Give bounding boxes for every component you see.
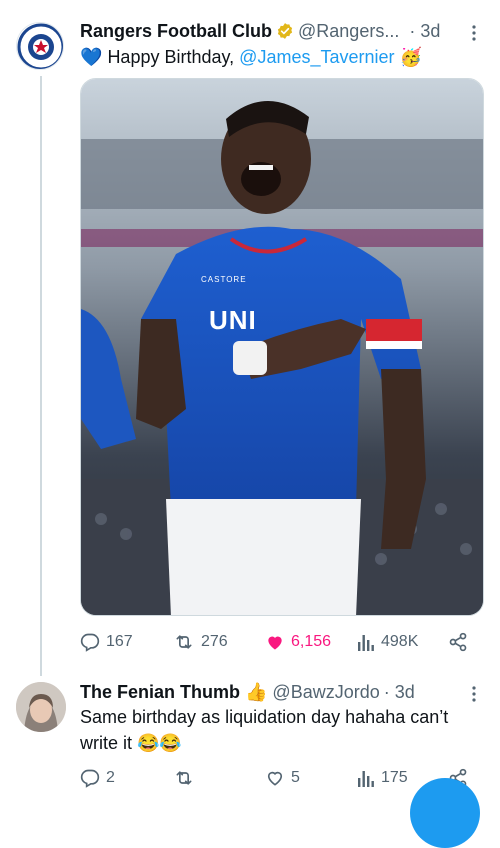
like-count: 6,156 [291, 633, 332, 650]
user-photo-image [16, 682, 66, 732]
tweet-photo[interactable]: UNI CASTORE [80, 78, 484, 616]
views-button[interactable]: 498K [357, 632, 418, 652]
more-options-icon[interactable] [470, 24, 478, 45]
reply-like-count: 5 [291, 769, 300, 786]
reply-count: 167 [106, 633, 133, 650]
reply-author-name[interactable]: The Fenian Thumb [80, 680, 240, 704]
reply-views-button[interactable]: 175 [357, 768, 408, 788]
thread-line [40, 76, 42, 676]
like-button[interactable]: 6,156 [265, 632, 331, 652]
reply-views-count: 175 [381, 769, 408, 786]
rangers-crest-icon [17, 23, 63, 69]
tweet-actions: 167 276 6,156 498K [0, 630, 500, 656]
views-icon [358, 635, 374, 651]
reply-icon [80, 633, 100, 652]
share-icon [449, 632, 467, 652]
reply-retweet-button[interactable] [173, 768, 201, 788]
reply-more-options-icon[interactable] [470, 685, 478, 706]
tweet-text-lead: Happy Birthday, [107, 47, 240, 67]
mention-link[interactable]: @James_Tavernier [239, 47, 394, 67]
tweet-header: Rangers Football Club @Rangers... · 3d [80, 19, 440, 43]
shirt-sponsor-text: UNI [209, 305, 257, 335]
verified-badge-icon [277, 23, 293, 39]
reply-reply-button[interactable]: 2 [80, 768, 115, 788]
tweet-text: 💙 Happy Birthday, @James_Tavernier 🥳 [80, 44, 422, 70]
tweet-time[interactable]: · 3d [409, 19, 440, 43]
reply-reply-count: 2 [106, 769, 115, 786]
player-photo-image [81, 79, 483, 615]
author-name[interactable]: Rangers Football Club [80, 19, 272, 43]
reply-like-button[interactable]: 5 [265, 768, 300, 788]
reply-author-handle[interactable]: @BawzJordo [272, 680, 379, 704]
reply-text: Same birthday as liquidation day hahaha … [80, 707, 449, 753]
reply-time[interactable]: · 3d [384, 680, 415, 704]
author-handle[interactable]: @Rangers... [298, 19, 399, 43]
party-emoji: 🥳 [399, 47, 422, 67]
reply-header: The Fenian Thumb 👍 @BawzJordo · 3d [80, 680, 415, 704]
kit-brand-text: CASTORE [201, 275, 247, 284]
views-icon [358, 771, 374, 787]
blue-heart-emoji: 💙 [80, 47, 103, 67]
heart-outline-icon [267, 771, 283, 786]
retweet-count: 276 [201, 633, 228, 650]
reply-icon [80, 769, 100, 788]
share-button[interactable] [448, 632, 468, 652]
compose-fab-button[interactable] [410, 778, 480, 848]
retweet-button[interactable]: 276 [173, 632, 228, 652]
retweet-icon [176, 771, 192, 785]
thumbs-up-emoji: 👍 [245, 682, 268, 702]
reply-author-avatar[interactable] [16, 682, 66, 732]
heart-filled-icon [268, 636, 282, 650]
retweet-icon [176, 635, 192, 649]
reply-button[interactable]: 167 [80, 632, 133, 652]
views-count: 498K [381, 633, 419, 650]
club-avatar[interactable] [16, 22, 64, 70]
